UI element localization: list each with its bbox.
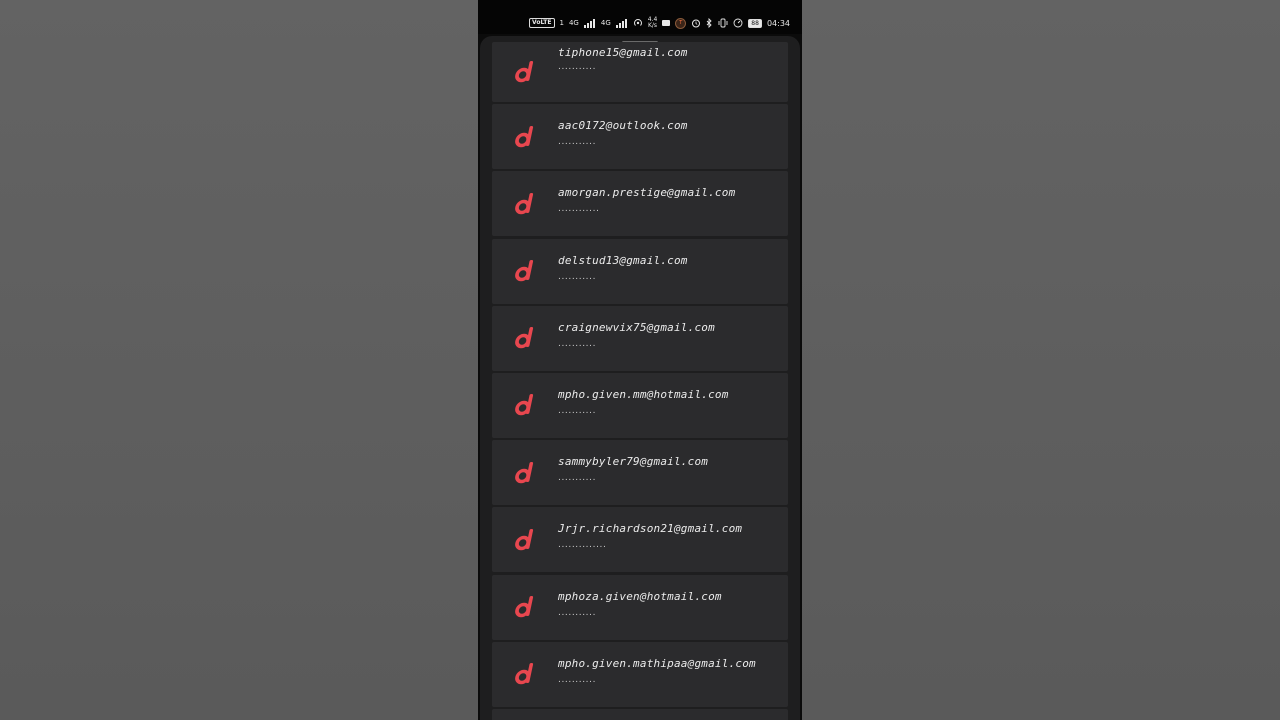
- account-item[interactable]: mpho.given.mm@hotmail.com...........: [492, 372, 788, 438]
- account-password-mask: ............: [558, 204, 600, 215]
- saved-accounts-sheet[interactable]: tiphone15@gmail.com........... aac0172@ou…: [480, 36, 800, 720]
- account-password-mask: ...........: [558, 271, 597, 282]
- d-logo-icon: [514, 191, 536, 217]
- account-email: sammybyler79@gmail.com: [558, 455, 709, 469]
- account-email: Jrjr.richardson21@gmail.com: [558, 522, 743, 536]
- account-email: delstud13@gmail.com: [558, 253, 688, 267]
- sim-1-label: 1: [559, 19, 564, 27]
- account-item[interactable]: sammybyler79@gmail.com...........: [492, 440, 788, 506]
- account-item[interactable]: mpho.given.mathipaa@gmail.com...........: [492, 641, 788, 707]
- bluetooth-icon: [706, 18, 713, 28]
- hotspot-icon: [633, 18, 643, 28]
- network-type-1: 4G: [568, 19, 579, 27]
- speed-unit: K/s: [647, 22, 658, 29]
- account-email: craignewvix75@gmail.com: [558, 320, 715, 334]
- vibrate-icon: [718, 18, 728, 28]
- account-list: tiphone15@gmail.com........... aac0172@ou…: [492, 42, 788, 720]
- status-icons: VoLTE 1 4G 4G 4.4 K/s T 88 04:34: [529, 15, 790, 31]
- d-logo-icon: [514, 661, 536, 687]
- d-logo-icon: [514, 59, 536, 85]
- account-email: tiphone15@gmail.com: [558, 46, 688, 59]
- d-logo-icon: [514, 392, 536, 418]
- account-item[interactable]: mphoza.given@hotmail.com...........: [492, 574, 788, 640]
- account-item[interactable]: tiphone15@gmail.com...........: [492, 42, 788, 102]
- account-password-mask: ...........: [558, 338, 597, 349]
- account-email: mphoza.given@hotmail.com: [558, 589, 722, 603]
- account-email: mpho.given.mm@hotmail.com: [558, 387, 729, 401]
- video-record-icon: [662, 20, 671, 26]
- account-item[interactable]: Jrjr.richardson21@gmail.com.............…: [492, 507, 788, 573]
- volte-badge: VoLTE: [529, 18, 555, 28]
- account-item[interactable]: amorgan.prestige@gmail.com............: [492, 171, 788, 237]
- account-password-mask: ...........: [558, 607, 597, 618]
- account-password-mask: ...........: [558, 137, 597, 148]
- clock: 04:34: [766, 18, 790, 28]
- account-item[interactable]: delstud13@gmail.com...........: [492, 238, 788, 304]
- d-logo-icon: [514, 527, 536, 553]
- account-password-mask: ...........: [558, 674, 597, 685]
- account-email: mpho.given.mathipaa@gmail.com: [558, 656, 756, 670]
- d-logo-icon: [514, 124, 536, 150]
- d-logo-icon: [514, 258, 536, 284]
- account-email: aac0172@outlook.com: [558, 119, 688, 133]
- alarm-icon: [691, 18, 701, 28]
- account-password-mask: ..............: [558, 540, 607, 551]
- network-speed: 4.4 K/s: [648, 17, 658, 29]
- battery-icon: 88: [748, 18, 762, 28]
- phone-screen: VoLTE 1 4G 4G 4.4 K/s T 88 04:34 tiphone…: [478, 0, 802, 720]
- signal-icon-1: [583, 18, 596, 28]
- d-logo-icon: [514, 460, 536, 486]
- account-password-mask: ...........: [558, 405, 597, 416]
- account-password-mask: ...........: [558, 62, 597, 72]
- account-password-mask: ...........: [558, 473, 597, 484]
- app-notification-icon: T: [675, 17, 687, 29]
- data-saver-icon: [733, 18, 743, 28]
- network-type-2: 4G: [600, 19, 611, 27]
- account-item-partial[interactable]: [492, 708, 788, 720]
- background-left: [0, 0, 478, 720]
- signal-icon-2: [615, 18, 628, 28]
- account-email: amorgan.prestige@gmail.com: [558, 186, 736, 200]
- d-logo-icon: [514, 325, 536, 351]
- status-bar: VoLTE 1 4G 4G 4.4 K/s T 88 04:34: [478, 0, 802, 34]
- d-logo-icon: [514, 594, 536, 620]
- background-right: [802, 0, 1280, 720]
- account-item[interactable]: craignewvix75@gmail.com...........: [492, 305, 788, 371]
- account-item[interactable]: aac0172@outlook.com...........: [492, 104, 788, 170]
